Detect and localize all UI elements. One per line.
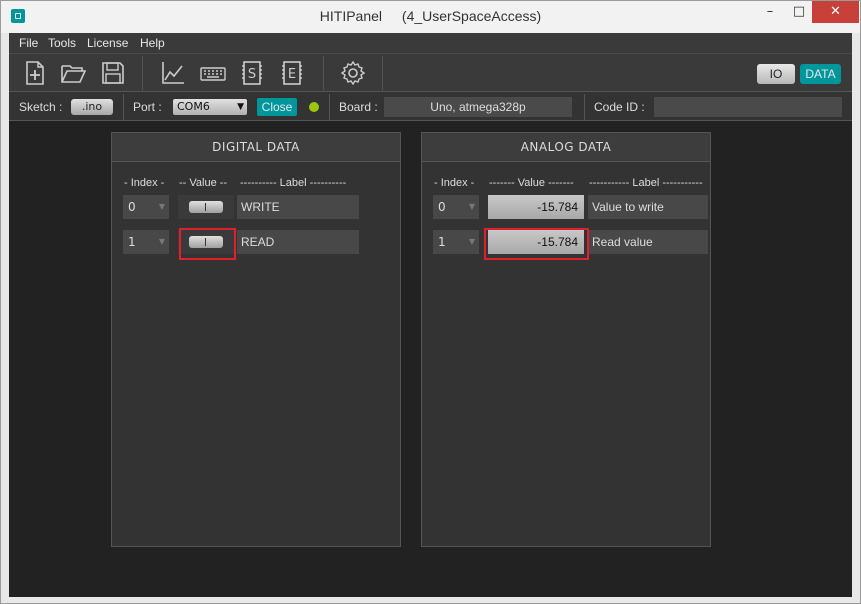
status-separator (123, 94, 124, 120)
svg-text:E: E (288, 67, 296, 82)
connection-bar: Sketch : .ino Port : COM6 ▼ Close Board … (9, 91, 852, 121)
digital-write-toggle[interactable] (189, 201, 223, 213)
minimize-button[interactable]: – (756, 1, 784, 23)
board-field: Uno, atmega328p (384, 97, 572, 117)
analog-index-select[interactable]: 0 ▼ (433, 195, 479, 219)
digital-label-field[interactable]: WRITE (237, 195, 359, 219)
status-separator (329, 94, 330, 120)
gear-icon[interactable] (340, 60, 366, 86)
chevron-down-icon: ▼ (468, 202, 475, 211)
highlight-box (179, 228, 236, 260)
board-label: Board : (339, 100, 378, 114)
analog-index-value: 1 (438, 235, 446, 249)
digital-label-field[interactable]: READ (237, 230, 359, 254)
analog-label-field[interactable]: Read value (588, 230, 708, 254)
port-select-value: COM6 (177, 100, 210, 113)
menu-license[interactable]: License (87, 36, 128, 50)
analog-data-panel: ANALOG DATA - Index - ------- Value ----… (421, 132, 711, 547)
digital-value-header: -- Value -- (179, 177, 228, 189)
svg-text:S: S (248, 67, 256, 82)
app-window: HITIPanel (4_UserSpaceAccess) – □ ✕ File… (0, 0, 861, 604)
toolbar-separator (323, 56, 324, 90)
analog-index-value: 0 (438, 200, 446, 214)
menu-help[interactable]: Help (140, 36, 165, 50)
data-button[interactable]: DATA (800, 64, 841, 84)
analog-panel-title: ANALOG DATA (422, 133, 710, 162)
window-title-app: HITIPanel (319, 8, 383, 24)
window-title-sketch: (4_UserSpaceAccess) (401, 8, 542, 24)
keyboard-icon[interactable] (200, 60, 226, 86)
analog-index-header: - Index - (434, 177, 475, 189)
digital-panel-title: DIGITAL DATA (112, 133, 400, 162)
analog-index-select[interactable]: 1 ▼ (433, 230, 479, 254)
main-area: DIGITAL DATA - Index - -- Value -- -----… (9, 121, 852, 597)
window-title: HITIPanel (4_UserSpaceAccess) (1, 8, 860, 24)
chevron-down-icon: ▼ (158, 202, 165, 211)
eeprom-e-icon[interactable]: E (279, 60, 305, 86)
io-button[interactable]: IO (757, 64, 795, 84)
toolbar-separator (142, 56, 143, 90)
open-folder-icon[interactable] (60, 60, 86, 86)
sketch-label: Sketch : (19, 100, 63, 114)
sketch-ino-button[interactable]: .ino (71, 99, 113, 115)
toolbar: S E IO DATA (9, 53, 852, 91)
status-separator (584, 94, 585, 120)
highlight-box (484, 228, 589, 260)
chevron-down-icon: ▼ (158, 237, 165, 246)
sketch-s-icon[interactable]: S (239, 60, 265, 86)
digital-index-value: 0 (128, 200, 136, 214)
menu-file[interactable]: File (19, 36, 38, 50)
maximize-button[interactable]: □ (785, 1, 813, 23)
new-file-icon[interactable] (22, 60, 48, 86)
code-id-field (654, 97, 842, 117)
port-label: Port : (133, 100, 162, 114)
toolbar-separator (382, 56, 383, 90)
analog-label-header: ----------- Label ----------- (589, 177, 703, 189)
analog-value-header: ------- Value ------- (489, 177, 574, 189)
port-select[interactable]: COM6 ▼ (173, 99, 247, 115)
digital-data-panel: DIGITAL DATA - Index - -- Value -- -----… (111, 132, 401, 547)
menu-bar: File Tools License Help (9, 33, 852, 53)
digital-index-select[interactable]: 0 ▼ (123, 195, 169, 219)
code-id-label: Code ID : (594, 100, 645, 114)
menu-tools[interactable]: Tools (48, 36, 76, 50)
close-window-button[interactable]: ✕ (812, 1, 859, 23)
connection-status-led (309, 102, 319, 112)
digital-value-cell (178, 195, 234, 219)
chevron-down-icon: ▼ (237, 102, 244, 112)
title-bar: HITIPanel (4_UserSpaceAccess) – □ ✕ (1, 1, 860, 33)
analog-label-field[interactable]: Value to write (588, 195, 708, 219)
close-port-button[interactable]: Close (257, 98, 297, 116)
chevron-down-icon: ▼ (468, 237, 475, 246)
digital-index-header: - Index - (124, 177, 165, 189)
chart-icon[interactable] (160, 60, 186, 86)
digital-label-header: ---------- Label ---------- (240, 177, 347, 189)
analog-value-field[interactable]: -15.784 (488, 195, 584, 219)
digital-index-select[interactable]: 1 ▼ (123, 230, 169, 254)
digital-index-value: 1 (128, 235, 136, 249)
save-icon[interactable] (100, 60, 126, 86)
